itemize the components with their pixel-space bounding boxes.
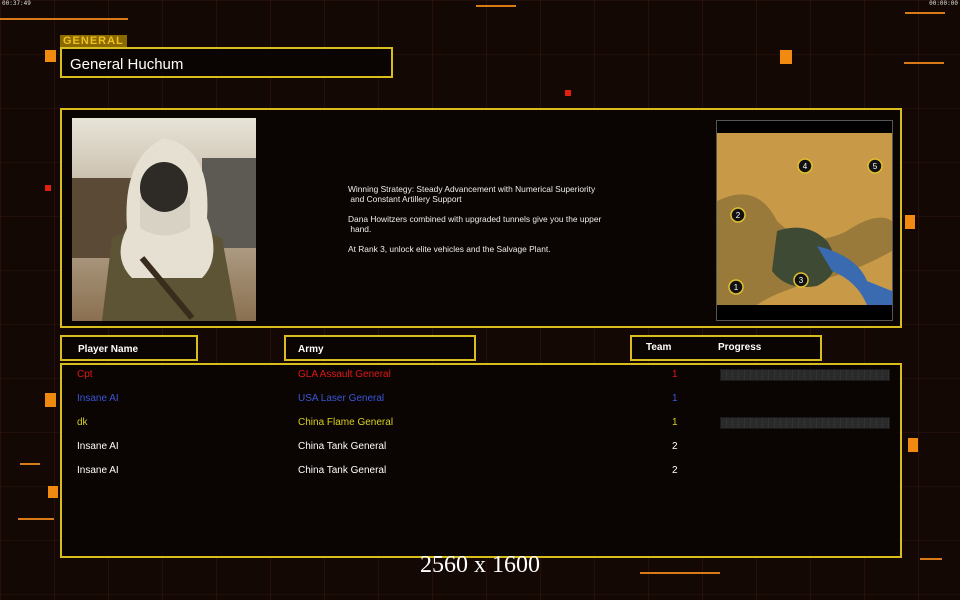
team-number: 1 xyxy=(672,369,678,380)
start-position-marker: 2 xyxy=(730,207,746,223)
deco-square xyxy=(45,185,51,191)
start-position-label: 3 xyxy=(799,276,804,285)
deco-line xyxy=(20,463,40,465)
deco-square xyxy=(48,486,58,498)
team-header: Team xyxy=(646,342,672,353)
army-name: China Tank General xyxy=(298,441,387,452)
team-number: 1 xyxy=(672,417,678,428)
start-position-marker: 1 xyxy=(728,279,744,295)
right-timer: 00:00:00 xyxy=(929,0,958,7)
resolution-overlay: 2560 x 1600 xyxy=(420,552,540,578)
player-row[interactable]: Insane AI China Tank General 2 xyxy=(62,441,900,455)
deco-line xyxy=(18,518,54,520)
player-name: dk xyxy=(77,417,88,428)
players-table: Cpt GLA Assault General 1 Insane AI USA L… xyxy=(60,363,902,558)
strategy-description: Winning Strategy: Steady Advancement wit… xyxy=(348,184,648,264)
player-name: Insane AI xyxy=(77,441,119,452)
player-row[interactable]: Cpt GLA Assault General 1 xyxy=(62,369,900,383)
map-preview: 1 2 3 4 5 xyxy=(716,120,893,321)
army-name: China Tank General xyxy=(298,465,387,476)
strategy-text: Winning Strategy: Steady Advancement wit… xyxy=(348,184,596,204)
team-number: 1 xyxy=(672,393,678,404)
deco-line xyxy=(476,5,516,7)
progress-header: Progress xyxy=(718,342,762,353)
player-name: Insane AI xyxy=(77,393,119,404)
team-progress-header[interactable]: Team Progress xyxy=(630,335,822,361)
player-row[interactable]: Insane AI USA Laser General 1 xyxy=(62,393,900,407)
deco-square xyxy=(908,438,918,452)
start-position-marker: 5 xyxy=(867,158,883,174)
general-name: General Huchum xyxy=(60,47,393,78)
deco-square xyxy=(45,50,56,62)
general-portrait xyxy=(72,118,256,321)
player-name-header[interactable]: Player Name xyxy=(60,335,198,361)
start-position-label: 4 xyxy=(803,162,808,171)
start-position-marker: 3 xyxy=(793,272,809,288)
start-position-marker: 4 xyxy=(797,158,813,174)
deco-square xyxy=(45,393,56,407)
progress-bar xyxy=(720,417,890,429)
army-name: China Flame General xyxy=(298,417,394,428)
deco-line xyxy=(904,62,944,64)
player-name: Insane AI xyxy=(77,465,119,476)
deco-square xyxy=(565,90,571,96)
start-position-label: 1 xyxy=(734,283,739,292)
unit-tip-text: Dana Howitzers combined with upgraded tu… xyxy=(348,214,602,234)
team-number: 2 xyxy=(672,441,678,452)
player-row[interactable]: dk China Flame General 1 xyxy=(62,417,900,431)
army-header[interactable]: Army xyxy=(284,335,476,361)
general-info-panel: Winning Strategy: Steady Advancement wit… xyxy=(60,108,902,328)
deco-square xyxy=(905,215,915,229)
player-row[interactable]: Insane AI China Tank General 2 xyxy=(62,465,900,479)
team-number: 2 xyxy=(672,465,678,476)
start-position-label: 2 xyxy=(736,211,741,220)
army-name: GLA Assault General xyxy=(298,369,391,380)
deco-line xyxy=(0,18,128,20)
progress-bar xyxy=(720,369,890,381)
deco-square xyxy=(780,50,792,64)
rank-tip-text: At Rank 3, unlock elite vehicles and the… xyxy=(348,244,551,254)
player-name: Cpt xyxy=(77,369,93,380)
start-position-label: 5 xyxy=(873,162,878,171)
deco-line xyxy=(905,12,945,14)
army-name: USA Laser General xyxy=(298,393,385,404)
left-timer: 00:37:49 xyxy=(2,0,31,7)
general-tag: GENERAL xyxy=(60,35,127,47)
